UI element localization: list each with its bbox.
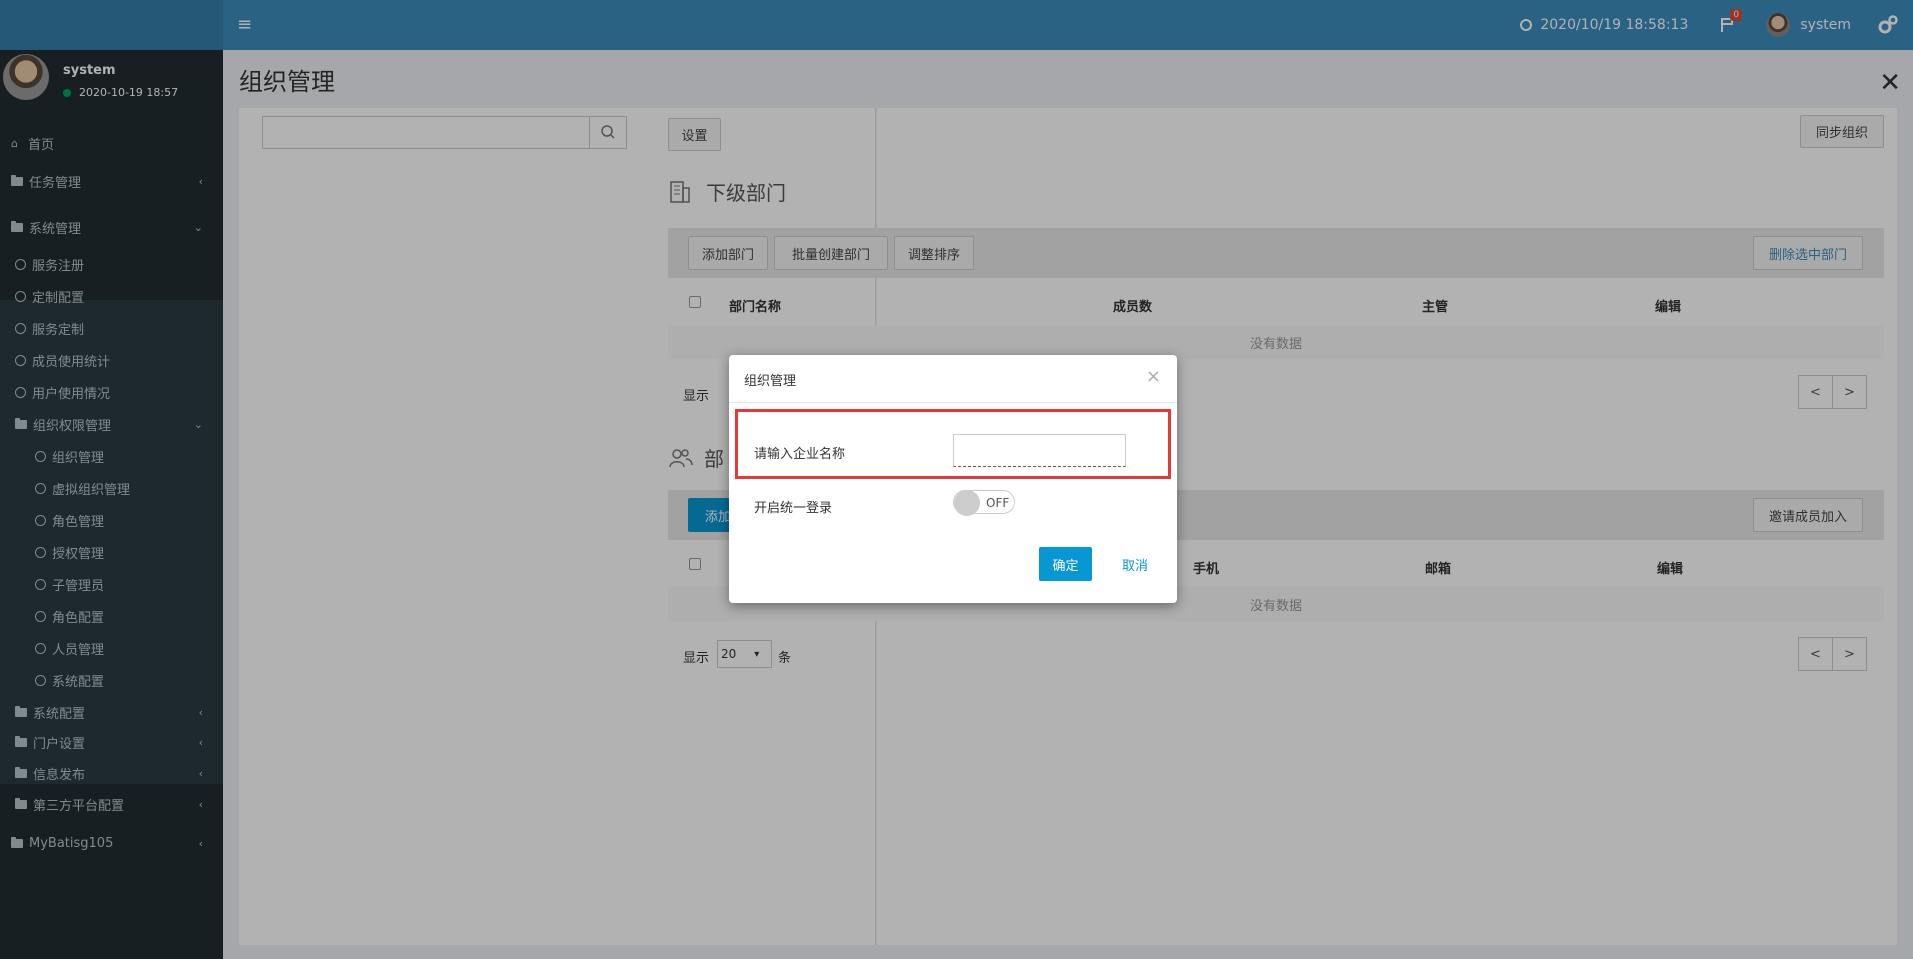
- cancel-button[interactable]: 取消: [1122, 555, 1148, 574]
- close-icon[interactable]: ×: [1146, 366, 1161, 387]
- sso-label: 开启统一登录: [754, 501, 833, 516]
- sso-toggle[interactable]: OFF: [953, 490, 1015, 516]
- company-name-input[interactable]: [953, 434, 1126, 467]
- toggle-state-text: OFF: [986, 496, 1010, 510]
- toggle-knob: [954, 490, 980, 516]
- company-name-label: 请输入企业名称: [754, 447, 846, 462]
- confirm-button[interactable]: 确定: [1039, 547, 1092, 581]
- modal-divider: [729, 402, 1177, 403]
- modal-title: 组织管理: [744, 374, 797, 389]
- org-manage-modal: 组织管理 × 请输入企业名称 开启统一登录 OFF 确定 取消: [729, 355, 1177, 603]
